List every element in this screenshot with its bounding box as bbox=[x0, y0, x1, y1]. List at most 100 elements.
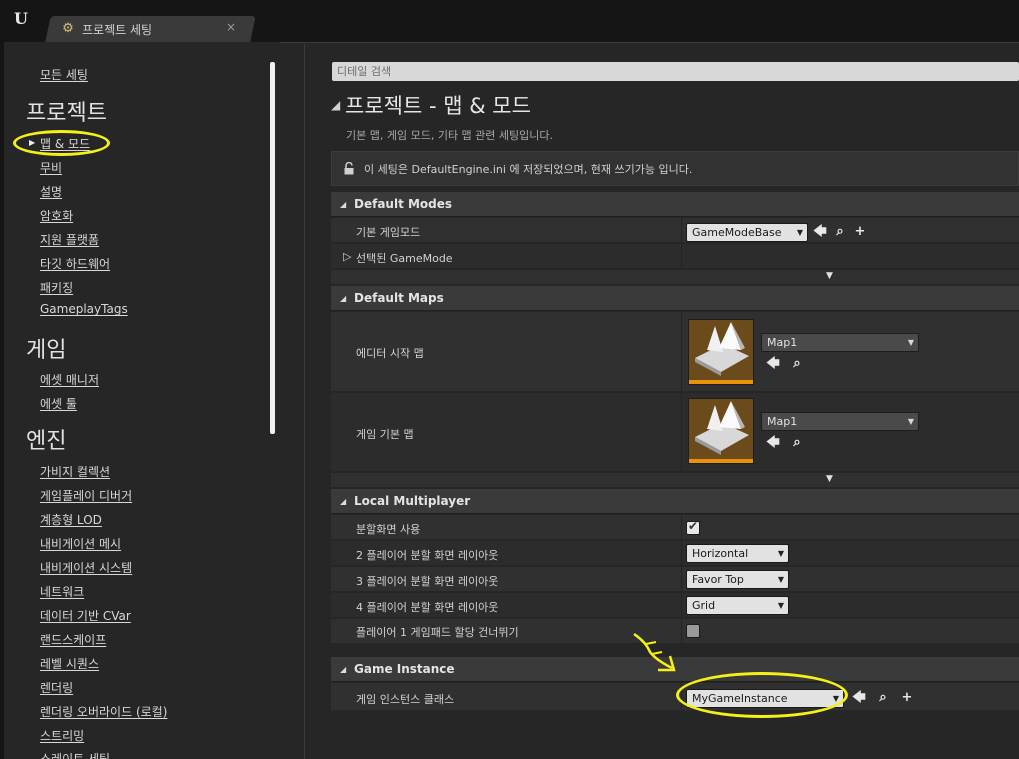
two-player-layout-select[interactable]: Horizontal ▼ bbox=[686, 544, 789, 563]
map-thumbnail[interactable] bbox=[688, 398, 754, 464]
use-selected-arrow-icon[interactable]: 🡄 bbox=[812, 224, 828, 240]
panel-splitter[interactable] bbox=[304, 44, 305, 759]
expand-arrow-icon[interactable]: ▷ bbox=[343, 250, 351, 263]
search-details-input[interactable]: 디테일 검색 bbox=[332, 62, 1019, 81]
title-collapse-arrow-icon[interactable]: ◢ bbox=[331, 98, 340, 112]
skip-gamepad-checkbox[interactable] bbox=[686, 624, 700, 638]
sidebar-item-gameplay-debugger[interactable]: 게임플레이 디버거 bbox=[40, 487, 132, 504]
column-splitter[interactable] bbox=[681, 567, 682, 591]
row-default-gamemode: 기본 게임모드 bbox=[331, 218, 1019, 243]
split-screen-checkbox[interactable]: ✔ bbox=[686, 519, 700, 535]
row-label: 에디터 시작 맵 bbox=[356, 347, 424, 360]
section-local-multiplayer-header[interactable]: ◢ Local Multiplayer bbox=[331, 489, 1019, 514]
game-instance-class-select[interactable]: MyGameInstance ▼ bbox=[686, 689, 844, 708]
collapse-arrow-icon: ◢ bbox=[340, 200, 347, 209]
column-splitter[interactable] bbox=[681, 218, 682, 242]
browse-search-icon[interactable]: ⌕ bbox=[789, 356, 805, 372]
chevron-down-icon: ▼ bbox=[777, 575, 784, 584]
sidebar-item-navigation-system[interactable]: 내비게이션 시스템 bbox=[40, 559, 132, 576]
settings-gear-icon: ⚙ bbox=[62, 21, 74, 36]
row-four-player-layout: 4 플레이어 분할 화면 레이아웃 bbox=[331, 593, 1019, 618]
select-value: Map1 bbox=[767, 415, 798, 428]
chevron-down-icon: ▼ bbox=[777, 549, 784, 558]
sidebar-category-project: 프로젝트 bbox=[26, 101, 107, 126]
sidebar-item-asset-tools[interactable]: 에셋 툴 bbox=[40, 395, 77, 412]
column-splitter[interactable] bbox=[681, 593, 682, 617]
collapse-arrow-icon: ◢ bbox=[340, 665, 347, 674]
sidebar-item-packaging[interactable]: 패키징 bbox=[40, 279, 73, 296]
row-label: 3 플레이어 분할 화면 레이아웃 bbox=[356, 575, 499, 588]
row-game-instance-class: 게임 인스턴스 클래스 bbox=[331, 683, 1019, 711]
add-plus-icon[interactable]: + bbox=[852, 224, 868, 240]
use-selected-arrow-icon[interactable]: 🡄 bbox=[851, 690, 867, 706]
tab-title: 프로젝트 세팅 bbox=[82, 22, 153, 37]
sidebar-scrollbar[interactable] bbox=[270, 62, 275, 434]
advanced-expander[interactable]: ▼ bbox=[331, 473, 1019, 487]
select-value: Favor Top bbox=[692, 573, 744, 586]
collapse-arrow-icon: ◢ bbox=[340, 294, 347, 303]
sidebar-item-movies[interactable]: 무비 bbox=[40, 159, 62, 176]
row-three-player-layout: 3 플레이어 분할 화면 레이아웃 bbox=[331, 567, 1019, 592]
sidebar-item-rendering-overrides-local[interactable]: 렌더링 오버라이드 (로컬) bbox=[40, 703, 167, 720]
unreal-logo-icon[interactable]: U bbox=[8, 6, 34, 32]
sidebar-item-all-settings[interactable]: 모든 세팅 bbox=[40, 66, 88, 83]
column-splitter[interactable] bbox=[681, 312, 682, 391]
section-default-maps-header[interactable]: ◢ Default Maps bbox=[331, 286, 1019, 311]
section-title: Game Instance bbox=[354, 662, 455, 676]
sidebar-item-navigation-mesh[interactable]: 내비게이션 메시 bbox=[40, 535, 121, 552]
map-thumbnail[interactable] bbox=[688, 319, 754, 385]
use-selected-arrow-icon[interactable]: 🡄 bbox=[765, 356, 781, 372]
use-selected-arrow-icon[interactable]: 🡄 bbox=[765, 435, 781, 451]
editor-startup-map-select[interactable]: Map1 ▼ bbox=[761, 333, 919, 352]
chevron-down-icon: ▼ bbox=[796, 228, 803, 237]
row-label: 4 플레이어 분할 화면 레이아웃 bbox=[356, 601, 499, 614]
sidebar-item-landscape[interactable]: 랜드스케이프 bbox=[40, 631, 106, 648]
asset-type-bar bbox=[689, 459, 753, 463]
sidebar-item-maps-modes[interactable]: 맵 & 모드 bbox=[40, 135, 90, 152]
column-splitter[interactable] bbox=[681, 683, 682, 710]
sidebar-item-network[interactable]: 네트워크 bbox=[40, 583, 84, 600]
advanced-expander[interactable]: ▼ bbox=[331, 270, 1019, 284]
sidebar-item-level-sequence[interactable]: 레벨 시퀀스 bbox=[40, 655, 99, 672]
row-editor-startup-map: 에디터 시작 맵 bbox=[331, 312, 1019, 392]
sidebar-item-hierarchical-lod[interactable]: 계층형 LOD bbox=[40, 511, 102, 528]
section-title: Local Multiplayer bbox=[354, 494, 471, 508]
add-plus-icon[interactable]: + bbox=[899, 690, 915, 706]
config-notice: 이 세팅은 DefaultEngine.ini 에 저장되었으며, 현재 쓰기가… bbox=[331, 151, 1019, 186]
sidebar-item-target-hardware[interactable]: 타깃 하드웨어 bbox=[40, 255, 110, 272]
sidebar-item-supported-platforms[interactable]: 지원 플랫폼 bbox=[40, 231, 99, 248]
close-tab-icon[interactable]: × bbox=[226, 20, 236, 34]
row-label: 선택된 GameMode bbox=[356, 252, 453, 265]
sidebar-item-data-driven-cvar[interactable]: 데이터 기반 CVar bbox=[40, 607, 131, 624]
sidebar-item-description[interactable]: 설명 bbox=[40, 183, 62, 200]
four-player-layout-select[interactable]: Grid ▼ bbox=[686, 596, 789, 615]
browse-search-icon[interactable]: ⌕ bbox=[875, 690, 891, 706]
browse-search-icon[interactable]: ⌕ bbox=[789, 435, 805, 451]
row-label: 2 플레이어 분할 화면 레이아웃 bbox=[356, 549, 499, 562]
section-default-modes-header[interactable]: ◢ Default Modes bbox=[331, 192, 1019, 217]
default-gamemode-select[interactable]: GameModeBase ▼ bbox=[686, 223, 808, 242]
sidebar-item-gameplaytags[interactable]: GameplayTags bbox=[40, 302, 128, 316]
row-label: 분할화면 사용 bbox=[356, 523, 421, 536]
section-title: Default Modes bbox=[354, 197, 453, 211]
map-asset-icon bbox=[695, 322, 749, 376]
sidebar-item-streaming[interactable]: 스트리밍 bbox=[40, 727, 84, 744]
column-splitter[interactable] bbox=[681, 515, 682, 539]
three-player-layout-select[interactable]: Favor Top ▼ bbox=[686, 570, 789, 589]
column-splitter[interactable] bbox=[681, 541, 682, 565]
column-splitter[interactable] bbox=[681, 393, 682, 471]
sidebar-item-asset-manager[interactable]: 에셋 매니저 bbox=[40, 371, 99, 388]
column-splitter[interactable] bbox=[681, 244, 682, 268]
sidebar-category-game: 게임 bbox=[26, 338, 67, 363]
browse-search-icon[interactable]: ⌕ bbox=[832, 224, 848, 240]
sidebar-item-encryption[interactable]: 암호화 bbox=[40, 207, 73, 224]
game-default-map-select[interactable]: Map1 ▼ bbox=[761, 412, 919, 431]
row-use-split-screen: 분할화면 사용 bbox=[331, 515, 1019, 540]
tab-bar: U ⚙ 프로젝트 세팅 × bbox=[0, 0, 1019, 42]
row-selected-gamemode[interactable]: ▷ 선택된 GameMode bbox=[331, 244, 1019, 269]
sidebar-item-slate-settings[interactable]: 스레이트 세팅 bbox=[40, 750, 110, 759]
row-label: 게임 인스턴스 클래스 bbox=[356, 693, 455, 706]
sidebar-item-garbage-collection[interactable]: 가비지 컬렉션 bbox=[40, 463, 110, 480]
sidebar-item-rendering[interactable]: 렌더링 bbox=[40, 679, 73, 696]
row-label: 기본 게임모드 bbox=[356, 226, 421, 239]
